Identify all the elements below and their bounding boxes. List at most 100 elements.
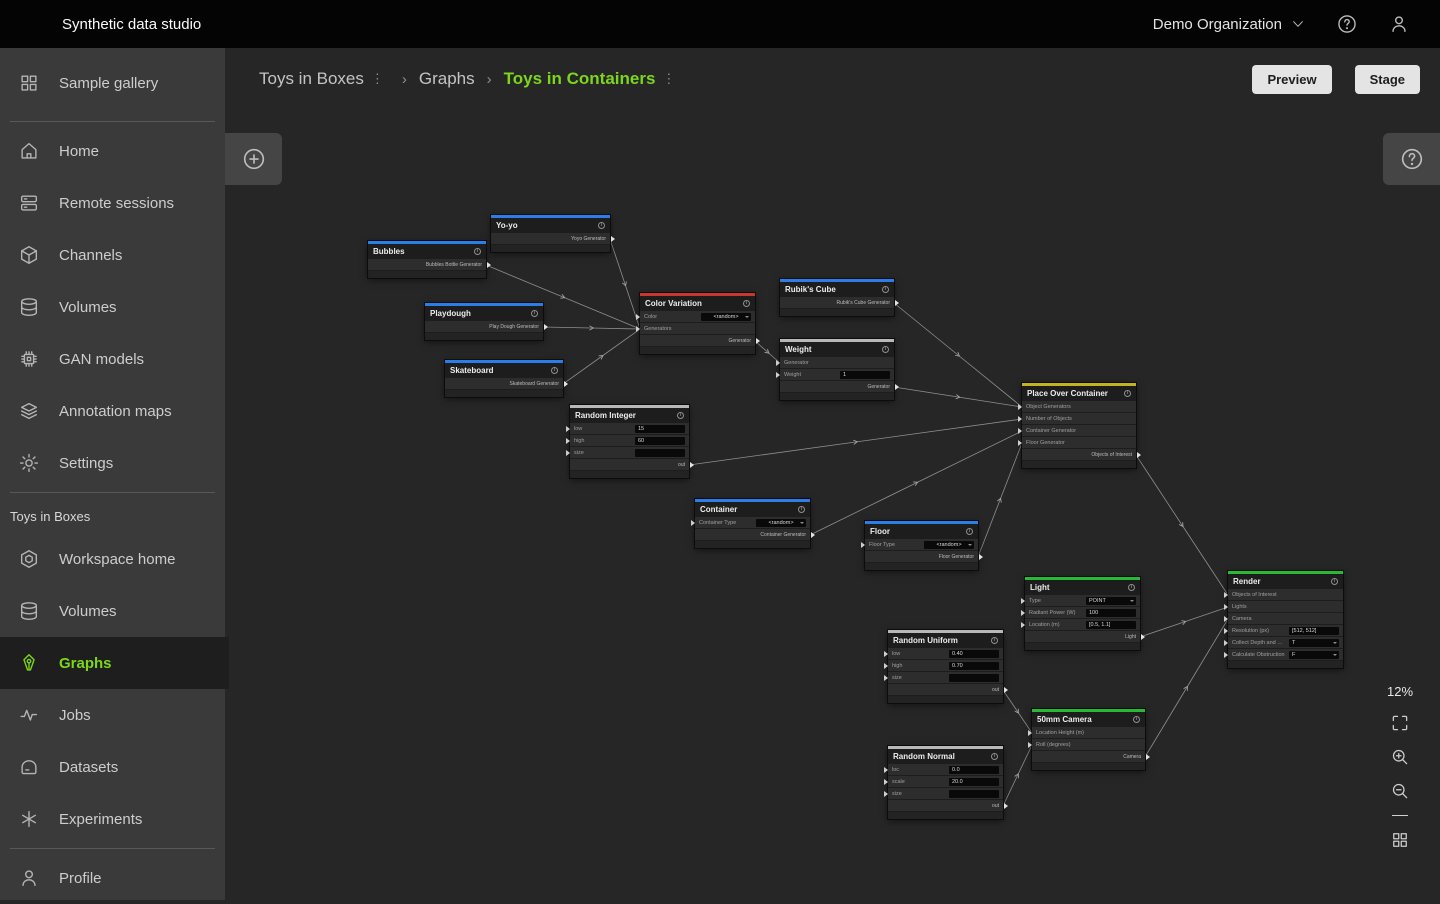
node-row-field[interactable]: scale20.0 bbox=[888, 776, 1003, 787]
output-port[interactable] bbox=[690, 462, 694, 468]
node-row-field[interactable]: Weight1 bbox=[780, 369, 894, 380]
kebab-menu-icon[interactable]: ⋮ bbox=[371, 71, 384, 87]
input-port[interactable] bbox=[1224, 616, 1228, 622]
input-port[interactable] bbox=[1224, 604, 1228, 610]
node-row-output[interactable]: Yoyo Generator bbox=[491, 233, 610, 244]
node-row-output[interactable]: Play Dough Generator bbox=[425, 321, 543, 332]
output-port[interactable] bbox=[895, 300, 899, 306]
sidebar-item-jobs[interactable]: Jobs bbox=[0, 689, 225, 741]
input-port[interactable] bbox=[884, 651, 888, 657]
node-row-field[interactable]: loc0.0 bbox=[888, 764, 1003, 775]
param-input[interactable]: 0.70 bbox=[949, 662, 999, 670]
info-icon[interactable]: i bbox=[991, 753, 998, 760]
input-port[interactable] bbox=[1018, 428, 1022, 434]
node-row-output[interactable]: Camera bbox=[1032, 751, 1145, 762]
graph-node-random-integer[interactable]: Random Integerilow15high60sizeout bbox=[570, 405, 689, 478]
organization-selector[interactable]: Demo Organization bbox=[1153, 16, 1306, 33]
input-port[interactable] bbox=[1021, 598, 1025, 604]
output-port[interactable] bbox=[611, 236, 615, 242]
graph-node-place-over-container[interactable]: Place Over ContaineriObject GeneratorsNu… bbox=[1022, 383, 1136, 468]
sidebar-item-profile[interactable]: Profile bbox=[0, 852, 225, 904]
sidebar-item-remote-sessions[interactable]: Remote sessions bbox=[0, 177, 225, 229]
graph-node-yoyo[interactable]: Yo-yoiYoyo Generator bbox=[491, 215, 610, 252]
node-row-output[interactable]: Bubbles Bottle Generator bbox=[368, 259, 486, 270]
node-row-output[interactable]: Floor Generator bbox=[865, 551, 978, 562]
input-port[interactable] bbox=[884, 779, 888, 785]
info-icon[interactable]: i bbox=[1124, 390, 1131, 397]
param-dropdown[interactable]: <random> bbox=[756, 519, 806, 527]
stage-button[interactable]: Stage bbox=[1355, 65, 1420, 94]
node-row-output[interactable]: Container Generator bbox=[695, 529, 810, 540]
output-port[interactable] bbox=[564, 381, 568, 387]
fit-screen-icon[interactable] bbox=[1390, 713, 1410, 733]
node-row-field[interactable]: Location (m)[0.5, 1.1] bbox=[1025, 619, 1140, 630]
node-row-field[interactable]: Radiant Power (W)100 bbox=[1025, 607, 1140, 618]
info-icon[interactable]: i bbox=[1331, 578, 1338, 585]
node-row-output[interactable]: Generator bbox=[780, 381, 894, 392]
input-port[interactable] bbox=[566, 450, 570, 456]
input-port[interactable] bbox=[1028, 742, 1032, 748]
input-port[interactable] bbox=[1021, 622, 1025, 628]
info-icon[interactable]: i bbox=[598, 222, 605, 229]
node-row-field[interactable]: size bbox=[888, 788, 1003, 799]
node-row-output[interactable]: Rubik's Cube Generator bbox=[780, 297, 894, 308]
param-input[interactable] bbox=[949, 790, 999, 798]
input-port[interactable] bbox=[1224, 652, 1228, 658]
info-icon[interactable]: i bbox=[551, 367, 558, 374]
info-icon[interactable]: i bbox=[882, 286, 889, 293]
graph-canvas[interactable] bbox=[225, 48, 1440, 900]
node-row-output[interactable]: out bbox=[888, 684, 1003, 695]
input-port[interactable] bbox=[861, 542, 865, 548]
output-port[interactable] bbox=[487, 262, 491, 268]
help-icon[interactable] bbox=[1336, 13, 1358, 35]
graph-node-color-variation[interactable]: Color VariationiColor<random>GeneratorsG… bbox=[640, 293, 755, 354]
output-port[interactable] bbox=[544, 324, 548, 330]
param-input[interactable]: 20.0 bbox=[949, 778, 999, 786]
graph-node-rubiks-cube[interactable]: Rubik's CubeiRubik's Cube Generator bbox=[780, 279, 894, 316]
output-port[interactable] bbox=[756, 338, 760, 344]
output-port[interactable] bbox=[979, 554, 983, 560]
graph-node-skateboard[interactable]: SkateboardiSkateboard Generator bbox=[445, 360, 563, 397]
input-port[interactable] bbox=[884, 791, 888, 797]
info-icon[interactable]: i bbox=[991, 637, 998, 644]
kebab-menu-icon[interactable]: ⋮ bbox=[662, 71, 675, 87]
input-port[interactable] bbox=[691, 520, 695, 526]
sidebar-item-settings[interactable]: Settings bbox=[0, 437, 225, 489]
sidebar-item-graphs[interactable]: Graphs bbox=[0, 637, 229, 689]
input-port[interactable] bbox=[776, 372, 780, 378]
sidebar-item-volumes[interactable]: Volumes bbox=[0, 281, 225, 333]
output-port[interactable] bbox=[1004, 803, 1008, 809]
node-row-output[interactable]: Generator bbox=[640, 335, 755, 346]
info-icon[interactable]: i bbox=[677, 412, 684, 419]
sidebar-item-channels[interactable]: Channels bbox=[0, 229, 225, 281]
add-node-button[interactable] bbox=[225, 133, 282, 185]
output-port[interactable] bbox=[811, 532, 815, 538]
canvas-help-button[interactable] bbox=[1383, 133, 1440, 185]
param-input[interactable]: 1 bbox=[840, 371, 890, 379]
sidebar-item-workspace-home[interactable]: Workspace home bbox=[0, 533, 225, 585]
zoom-out-icon[interactable] bbox=[1390, 781, 1410, 801]
breadcrumb-item-toys-in-boxes[interactable]: Toys in Boxes bbox=[259, 69, 364, 89]
node-row-field[interactable]: size bbox=[888, 672, 1003, 683]
param-input[interactable] bbox=[635, 449, 685, 457]
graph-node-render[interactable]: RenderiObjects of InterestLightsCameraRe… bbox=[1228, 571, 1343, 668]
info-icon[interactable]: i bbox=[966, 528, 973, 535]
grid-small-icon[interactable] bbox=[1390, 830, 1410, 850]
graph-node-bubbles[interactable]: BubblesiBubbles Bottle Generator bbox=[368, 241, 486, 278]
node-row-output[interactable]: Objects of Interest bbox=[1022, 449, 1136, 460]
param-input[interactable]: 100 bbox=[1086, 609, 1136, 617]
output-port[interactable] bbox=[1141, 634, 1145, 640]
graph-node-playdough[interactable]: PlaydoughiPlay Dough Generator bbox=[425, 303, 543, 340]
input-port[interactable] bbox=[1028, 730, 1032, 736]
input-port[interactable] bbox=[566, 438, 570, 444]
sidebar-item-annotation-maps[interactable]: Annotation maps bbox=[0, 385, 225, 437]
input-port[interactable] bbox=[776, 360, 780, 366]
input-port[interactable] bbox=[1018, 404, 1022, 410]
input-port[interactable] bbox=[884, 663, 888, 669]
param-input[interactable]: 60 bbox=[635, 437, 685, 445]
param-dropdown[interactable]: <random> bbox=[924, 541, 974, 549]
input-port[interactable] bbox=[636, 326, 640, 332]
param-input[interactable]: 0.0 bbox=[949, 766, 999, 774]
info-icon[interactable]: i bbox=[531, 310, 538, 317]
input-port[interactable] bbox=[1018, 440, 1022, 446]
